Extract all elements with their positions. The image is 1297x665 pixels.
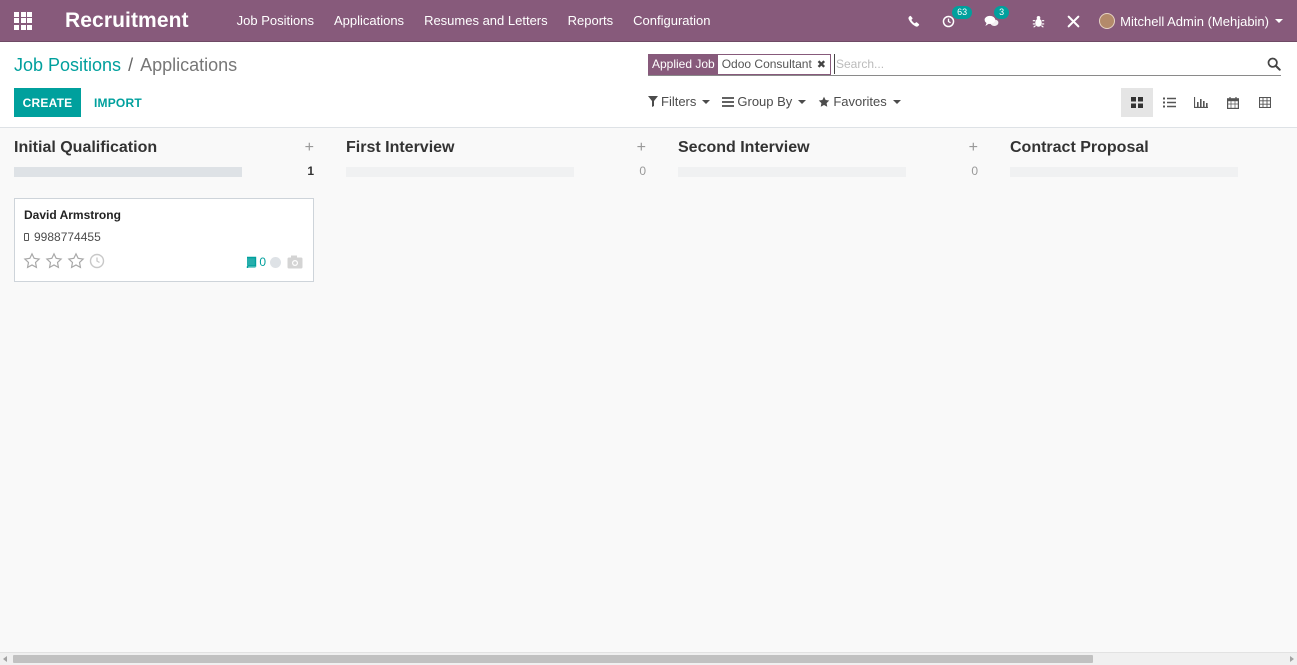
column-count: 0 [971, 164, 978, 178]
quick-create-icon[interactable]: + [637, 139, 646, 157]
filters-dropdown[interactable]: Filters [648, 94, 711, 109]
menu-configuration[interactable]: Configuration [633, 13, 710, 28]
messages-icon[interactable]: 3 [984, 5, 1010, 28]
column-progress-bar[interactable] [14, 167, 242, 177]
chevron-down-icon [1275, 19, 1283, 23]
quick-create-icon[interactable]: + [969, 139, 978, 157]
create-button[interactable]: CREATE [14, 88, 81, 117]
app-name[interactable]: Recruitment [65, 9, 189, 33]
scroll-right-arrow-icon[interactable] [1290, 656, 1294, 662]
column-header: Second Interview + [678, 138, 978, 158]
filter-icon [648, 96, 658, 107]
applicant-card[interactable]: David Armstrong 9988774455 0 [14, 198, 314, 282]
avatar-placeholder-icon [287, 255, 303, 269]
applicant-name: David Armstrong [24, 208, 121, 222]
book-icon[interactable] [245, 256, 257, 268]
group-by-dropdown[interactable]: Group By [722, 94, 807, 109]
main-navbar: Recruitment Job Positions Applications R… [0, 0, 1297, 42]
favorites-label: Favorites [833, 94, 887, 109]
tools-icon[interactable] [1067, 15, 1080, 28]
quick-create-icon[interactable]: + [305, 139, 314, 157]
breadcrumb: Job Positions / Applications [14, 55, 237, 76]
facet-label: Applied Job [649, 54, 718, 74]
facet-value: Odoo Consultant ✖ [717, 54, 830, 74]
pivot-view-icon[interactable] [1249, 88, 1281, 117]
phone-number: 9988774455 [34, 230, 101, 244]
import-button[interactable]: IMPORT [94, 88, 142, 117]
apps-menu-icon[interactable] [0, 0, 46, 42]
star-icon[interactable] [23, 252, 41, 270]
menu-reports[interactable]: Reports [568, 13, 614, 28]
progress-fill [14, 167, 242, 177]
systray: 63 3 Mitchell Admin (Mehjabin) [897, 0, 1297, 42]
list-view-icon[interactable] [1153, 88, 1185, 117]
chevron-down-icon [702, 99, 711, 104]
column-progress-bar[interactable] [1010, 167, 1238, 177]
breadcrumb-current: Applications [140, 55, 238, 75]
priority-stars [23, 252, 109, 270]
scroll-left-arrow-icon[interactable] [3, 656, 7, 662]
facet-remove-icon[interactable]: ✖ [817, 58, 826, 71]
column-header: Contract Proposal [1010, 138, 1297, 158]
kanban-board: Initial Qualification + 1 First Intervie… [0, 128, 1297, 652]
search-input[interactable] [834, 54, 1263, 74]
user-menu[interactable]: Mitchell Admin (Mehjabin) [1099, 13, 1283, 29]
menu-job-positions[interactable]: Job Positions [237, 13, 314, 28]
graph-view-icon[interactable] [1185, 88, 1217, 117]
search-icon[interactable] [1263, 57, 1281, 71]
group-by-icon [722, 96, 735, 107]
calendar-view-icon[interactable] [1217, 88, 1249, 117]
breadcrumb-job-positions[interactable]: Job Positions [14, 55, 121, 76]
horizontal-scrollbar[interactable] [0, 652, 1297, 665]
star-icon[interactable] [67, 252, 85, 270]
column-header: First Interview + [346, 138, 646, 158]
phone-icon[interactable] [908, 15, 920, 27]
view-switcher [1121, 88, 1281, 117]
avatar [1099, 13, 1116, 29]
column-header: Initial Qualification + [14, 138, 314, 158]
menu-applications[interactable]: Applications [334, 13, 404, 28]
facet-value-text: Odoo Consultant [721, 57, 812, 71]
applicant-phone: 9988774455 [24, 230, 101, 244]
search-bar: Applied Job Odoo Consultant ✖ [648, 53, 1281, 76]
star-icon[interactable] [45, 252, 63, 270]
menu-resumes-and-letters[interactable]: Resumes and Letters [424, 13, 548, 28]
activity-count-badge: 63 [952, 5, 973, 19]
mobile-phone-icon [24, 233, 29, 241]
column-title[interactable]: Second Interview [678, 139, 810, 157]
search-facet: Applied Job Odoo Consultant ✖ [648, 53, 831, 75]
column-title[interactable]: Initial Qualification [14, 139, 157, 157]
attachment-count: 0 [259, 255, 266, 269]
scrollbar-thumb[interactable] [13, 655, 1093, 663]
kanban-view-icon[interactable] [1121, 88, 1153, 117]
group-by-label: Group By [737, 94, 793, 109]
control-panel: Job Positions / Applications CREATE IMPO… [0, 42, 1297, 128]
filters-label: Filters [661, 94, 697, 109]
column-title[interactable]: Contract Proposal [1010, 139, 1149, 157]
column-progress-bar[interactable] [346, 167, 574, 177]
column-count: 1 [307, 164, 314, 178]
message-count-badge: 3 [994, 5, 1010, 19]
top-menu: Job Positions Applications Resumes and L… [237, 13, 731, 28]
kanban-state-dot[interactable] [270, 256, 281, 268]
chevron-down-icon [798, 99, 807, 104]
column-progress-bar[interactable] [678, 167, 906, 177]
activity-clock-icon[interactable]: 63 [942, 5, 973, 28]
favorites-dropdown[interactable]: Favorites [818, 94, 901, 109]
debug-bug-icon[interactable] [1032, 15, 1045, 28]
user-name: Mitchell Admin (Mehjabin) [1120, 13, 1269, 29]
activity-clock-icon[interactable] [89, 253, 105, 269]
star-icon [819, 96, 830, 107]
card-indicators: 0 [245, 255, 303, 269]
breadcrumb-separator: / [128, 55, 134, 75]
search-options: Filters Group By Favorites [648, 94, 913, 109]
column-count: 0 [639, 164, 646, 178]
column-title[interactable]: First Interview [346, 139, 454, 157]
chevron-down-icon [892, 99, 901, 104]
